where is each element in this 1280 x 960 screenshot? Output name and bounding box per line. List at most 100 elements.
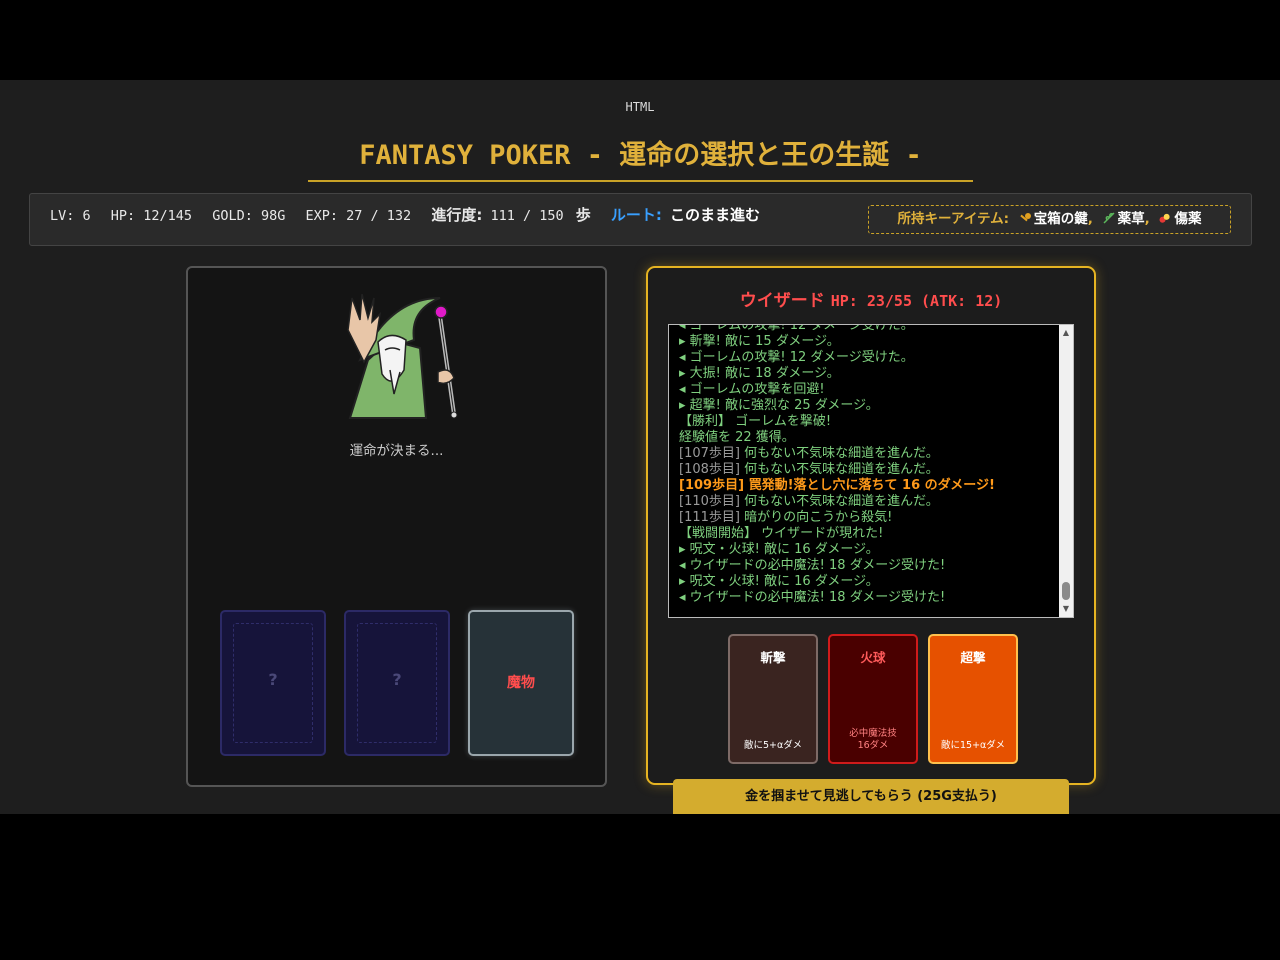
- skill-desc-line2: 16ダメ: [857, 740, 889, 751]
- key-icon: [1020, 213, 1031, 222]
- log-text: ゴーレムの攻撃! 12 ダメージ受けた。: [689, 324, 914, 333]
- skill-desc-line1: 必中魔法技: [849, 728, 897, 739]
- battle-panel: ウイザード HP: 23/55 (ATK: 12) ◂ ゴーレムの攻撃! 12 ダ…: [646, 266, 1096, 785]
- skill-desc: 敵に15+αダメ: [940, 740, 1006, 751]
- skill-name: 超撃: [960, 650, 986, 665]
- gold-stat: GOLD: 98G: [212, 208, 286, 224]
- log-step: [110歩目]: [679, 494, 740, 509]
- face-down-card-1[interactable]: ?: [220, 610, 326, 756]
- monster-card[interactable]: 魔物: [468, 610, 574, 756]
- log-text: 呪文・火球! 敵に 16 ダメージ。: [689, 574, 879, 589]
- game-screen: HTML FANTASY POKER - 運命の選択と王の生誕 - LV: 6 …: [0, 80, 1280, 814]
- player-action-icon: ▸: [679, 334, 690, 349]
- progress-label: 進行度:: [431, 206, 483, 224]
- log-text: ウイザードの必中魔法! 18 ダメージ受けた!: [689, 590, 946, 605]
- card-label: ?: [392, 670, 402, 689]
- log-step: [108歩目]: [679, 462, 740, 477]
- medicine-item-name: 傷薬: [1174, 211, 1202, 227]
- log-line: [111歩目] 暗がりの向こうから殺気!: [679, 510, 1059, 526]
- log-line: 経験値を 22 獲得。: [679, 430, 795, 445]
- enemy-action-icon: ◂: [679, 350, 690, 365]
- enemy-action-icon: ◂: [679, 590, 690, 605]
- card-label: ?: [268, 670, 278, 689]
- log-line: ▸ 超撃! 敵に強烈な 25 ダメージ。: [679, 398, 1059, 414]
- progress-unit: 歩: [575, 206, 591, 224]
- log-text: 何もない不気味な細道を進んだ。: [744, 494, 939, 509]
- key-items-label: 所持キーアイテム:: [897, 211, 1010, 227]
- log-line: 【勝利】 ゴーレムを撃破!: [679, 414, 832, 429]
- enemy-action-icon: ◂: [679, 558, 690, 573]
- player-action-icon: ▸: [679, 574, 690, 589]
- skill-desc: 敵に5+αダメ: [744, 740, 802, 751]
- log-line: ◂ ウイザードの必中魔法! 18 ダメージ受けた!: [679, 590, 1059, 606]
- log-line: [110歩目] 何もない不気味な細道を進んだ。: [679, 494, 1059, 510]
- enemy-action-icon: ◂: [679, 324, 690, 333]
- skill-card-super[interactable]: 超撃 敵に15+αダメ: [928, 634, 1018, 764]
- key-items-box: 所持キーアイテム: 宝箱の鍵, 薬草, 傷薬: [868, 205, 1231, 234]
- game-title: FANTASY POKER - 運命の選択と王の生誕 -: [308, 136, 973, 182]
- log-text: 呪文・火球! 敵に 16 ダメージ。: [689, 542, 879, 557]
- fate-message: 運命が決まる...: [349, 443, 444, 459]
- log-step: [111歩目]: [679, 510, 740, 525]
- skill-name: 火球: [860, 650, 886, 665]
- log-text: ゴーレムの攻撃を回避!: [689, 382, 825, 397]
- key-item-sep: ,: [1087, 211, 1093, 227]
- log-text: ゴーレムの攻撃! 12 ダメージ受けた。: [689, 350, 914, 365]
- log-line: ◂ ゴーレムの攻撃! 12 ダメージ受けた。: [679, 324, 1059, 334]
- battle-log[interactable]: ◂ ゴーレムの攻撃! 12 ダメージ受けた。 ▸ 斬撃! 敵に 15 ダメージ。 ◂…: [668, 324, 1074, 618]
- log-line: [108歩目] 何もない不気味な細道を進んだ。: [679, 462, 1059, 478]
- skill-desc: 必中魔法技 16ダメ: [830, 728, 916, 752]
- battle-log-lines: ◂ ゴーレムの攻撃! 12 ダメージ受けた。 ▸ 斬撃! 敵に 15 ダメージ。 ◂…: [679, 324, 1059, 606]
- log-text: 罠発動!落とし穴に落ちて 16 のダメージ!: [748, 478, 995, 493]
- herb-icon: [1103, 212, 1115, 224]
- wizard-portrait: [347, 293, 458, 419]
- log-line: ▸ 呪文・火球! 敵に 16 ダメージ。: [679, 574, 1059, 590]
- log-line: ▸ 呪文・火球! 敵に 16 ダメージ。: [679, 542, 1059, 558]
- enemy-header: ウイザード HP: 23/55 (ATK: 12): [648, 286, 1094, 311]
- log-text: 大振! 敵に 18 ダメージ。: [689, 366, 840, 381]
- enemy-name: ウイザード: [739, 291, 825, 311]
- enemy-hp: HP: 23/55 (ATK: 12): [830, 292, 1003, 310]
- pill-icon: [1159, 213, 1171, 223]
- status-bar: LV: 6 HP: 12/145 GOLD: 98G EXP: 27 / 132…: [29, 193, 1252, 246]
- log-line: [107歩目] 何もない不気味な細道を進んだ。: [679, 446, 1059, 462]
- scroll-thumb[interactable]: [1062, 582, 1070, 600]
- exp-stat: EXP: 27 / 132: [305, 208, 412, 224]
- log-line: 【戦闘開始】 ウイザードが現れた!: [679, 526, 884, 541]
- log-line: [109歩目] 罠発動!落とし穴に落ちて 16 のダメージ!: [679, 478, 1059, 494]
- bribe-button[interactable]: 金を掴ませて見逃してもらう (25G支払う): [673, 779, 1069, 814]
- face-down-card-2[interactable]: ?: [344, 610, 450, 756]
- herb-item-sep: ,: [1144, 211, 1150, 227]
- fate-panel: 運命が決まる... ? ? 魔物: [186, 266, 607, 787]
- player-action-icon: ▸: [679, 542, 690, 557]
- herb-item-name: 薬草: [1117, 211, 1145, 227]
- route-value: このまま進む: [670, 206, 761, 224]
- log-line: ▸ 大振! 敵に 18 ダメージ。: [679, 366, 1059, 382]
- skill-card-fireball[interactable]: 火球 必中魔法技 16ダメ: [828, 634, 918, 764]
- skill-card-slash[interactable]: 斬撃 敵に5+αダメ: [728, 634, 818, 764]
- log-line: ▸ 斬撃! 敵に 15 ダメージ。: [679, 334, 1059, 350]
- player-action-icon: ▸: [679, 366, 690, 381]
- log-text: 斬撃! 敵に 15 ダメージ。: [689, 334, 840, 349]
- skill-name: 斬撃: [760, 650, 786, 665]
- key-item-name: 宝箱の鍵: [1033, 211, 1088, 227]
- scroll-up-icon[interactable]: ▲: [1061, 328, 1071, 338]
- log-step: [107歩目]: [679, 446, 740, 461]
- scroll-down-icon[interactable]: ▼: [1061, 604, 1071, 614]
- level-stat: LV: 6: [50, 208, 91, 224]
- card-label: 魔物: [507, 675, 535, 691]
- log-line: ◂ ゴーレムの攻撃! 12 ダメージ受けた。: [679, 350, 1059, 366]
- log-text: ウイザードの必中魔法! 18 ダメージ受けた!: [689, 558, 946, 573]
- log-text: 暗がりの向こうから殺気!: [744, 510, 893, 525]
- log-text: 何もない不気味な細道を進んだ。: [744, 462, 939, 477]
- player-action-icon: ▸: [679, 398, 690, 413]
- route-label: ルート:: [610, 206, 662, 224]
- log-line: ◂ ウイザードの必中魔法! 18 ダメージ受けた!: [679, 558, 1059, 574]
- player-stats: LV: 6 HP: 12/145 GOLD: 98G EXP: 27 / 132…: [50, 204, 772, 225]
- html-tag: HTML: [625, 100, 655, 114]
- log-line: ◂ ゴーレムの攻撃を回避!: [679, 382, 1059, 398]
- progress-value: 111 / 150: [490, 208, 564, 224]
- hp-stat: HP: 12/145: [110, 208, 193, 224]
- log-scrollbar[interactable]: ▲ ▼: [1059, 325, 1073, 617]
- enemy-action-icon: ◂: [679, 382, 690, 397]
